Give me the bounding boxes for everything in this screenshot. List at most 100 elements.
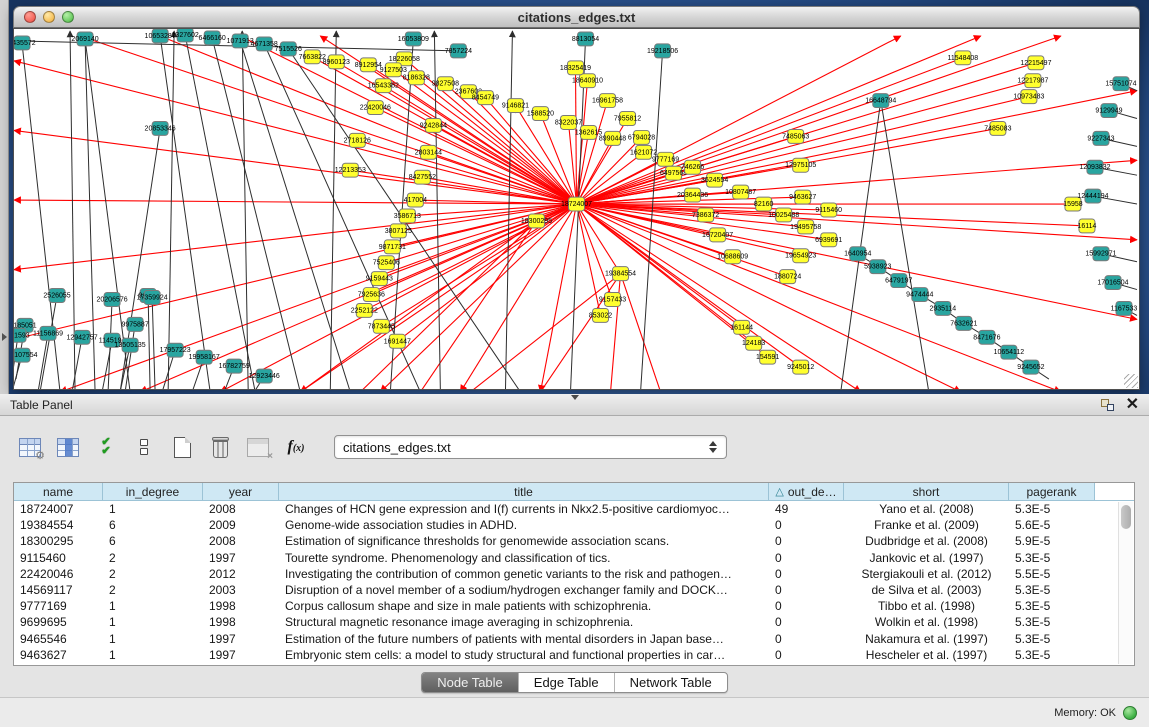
graph-node[interactable]: 853022 bbox=[589, 308, 612, 322]
table-select-dropdown[interactable]: citations_edges.txt bbox=[334, 435, 727, 459]
graph-node[interactable]: 1640954 bbox=[844, 247, 871, 261]
graph-node[interactable]: 9871731 bbox=[379, 240, 406, 254]
graph-node[interactable]: 417004 bbox=[404, 193, 427, 207]
table-cell[interactable]: 0 bbox=[769, 517, 844, 533]
table-cell[interactable]: 18300295 bbox=[14, 533, 103, 549]
table-row[interactable]: 1872400712008Changes of HCN gene express… bbox=[14, 501, 1134, 517]
table-cell[interactable]: 5.6E-5 bbox=[1009, 517, 1095, 533]
table-cell[interactable]: Hescheler et al. (1997) bbox=[844, 647, 1009, 663]
network-window[interactable]: citations_edges.txt 18724007183002951938… bbox=[13, 6, 1140, 390]
attribute-table[interactable]: namein_degreeyeartitle△out_de…shortpager… bbox=[13, 482, 1135, 666]
vertical-scrollbar[interactable] bbox=[1118, 502, 1133, 664]
table-row[interactable]: 2242004622012Investigating the contribut… bbox=[14, 566, 1134, 582]
table-cell[interactable]: Franke et al. (2009) bbox=[844, 517, 1009, 533]
graph-node[interactable]: 7925636 bbox=[358, 288, 385, 302]
table-cell[interactable]: Embryonic stem cells: a model to study s… bbox=[279, 647, 769, 663]
graph-node[interactable]: 12213353 bbox=[335, 163, 366, 177]
memory-indicator[interactable] bbox=[1123, 706, 1137, 720]
graph-edge[interactable] bbox=[125, 324, 135, 389]
graph-node[interactable]: 2069140 bbox=[71, 32, 98, 46]
graph-node[interactable]: 8960123 bbox=[323, 55, 350, 69]
tab-node-table[interactable]: Node Table bbox=[422, 673, 518, 692]
graph-node[interactable]: 1588520 bbox=[527, 107, 554, 121]
graph-node[interactable]: 9975887 bbox=[121, 317, 148, 331]
graph-node[interactable]: 17957223 bbox=[160, 343, 191, 357]
graph-node[interactable]: 19958167 bbox=[189, 350, 220, 364]
table-row[interactable]: 969969511998Structural magnetic resonanc… bbox=[14, 614, 1134, 630]
table-cell[interactable]: 0 bbox=[769, 598, 844, 614]
table-cell[interactable]: Disruption of a novel member of a sodium… bbox=[279, 582, 769, 598]
table-cell[interactable]: 0 bbox=[769, 614, 844, 630]
column-visibility-button[interactable] bbox=[56, 433, 80, 461]
table-cell[interactable]: 2008 bbox=[203, 501, 279, 517]
table-cell[interactable]: 0 bbox=[769, 647, 844, 663]
select-all-rows-button[interactable]: ✔✔ bbox=[94, 433, 118, 461]
table-row[interactable]: 946554611997Estimation of the future num… bbox=[14, 631, 1134, 647]
table-cell[interactable]: Tourette syndrome. Phenomenology and cla… bbox=[279, 550, 769, 566]
graph-edge[interactable] bbox=[881, 101, 929, 389]
table-cell[interactable]: 9777169 bbox=[14, 598, 103, 614]
table-cell[interactable]: 5.3E-5 bbox=[1009, 582, 1095, 598]
graph-node[interactable]: 16961758 bbox=[592, 94, 623, 108]
column-header-name[interactable]: name bbox=[14, 483, 103, 501]
table-cell[interactable]: Dudbridge et al. (2008) bbox=[844, 533, 1009, 549]
graph-node[interactable]: 9474444 bbox=[906, 288, 933, 302]
table-cell[interactable]: Structural magnetic resonance image aver… bbox=[279, 614, 769, 630]
graph-edge[interactable] bbox=[621, 274, 661, 389]
graph-edge[interactable] bbox=[330, 31, 336, 389]
table-cell[interactable]: 49 bbox=[769, 501, 844, 517]
graph-edge[interactable] bbox=[433, 125, 576, 204]
table-cell[interactable]: 5.9E-5 bbox=[1009, 533, 1095, 549]
graph-node[interactable]: 6794028 bbox=[628, 130, 655, 144]
table-cell[interactable]: 1997 bbox=[203, 631, 279, 647]
table-cell[interactable]: Estimation of the future numbers of pati… bbox=[279, 631, 769, 647]
table-cell[interactable]: 9463627 bbox=[14, 647, 103, 663]
graph-node[interactable]: 9159443 bbox=[366, 272, 393, 286]
graph-node[interactable]: 8912954 bbox=[355, 58, 382, 72]
table-cell[interactable]: 5.3E-5 bbox=[1009, 647, 1095, 663]
graph-node[interactable]: 9245652 bbox=[1017, 360, 1044, 374]
graph-node[interactable]: 3624554 bbox=[701, 173, 728, 187]
delete-table-button[interactable] bbox=[208, 433, 232, 461]
table-cell[interactable]: Nakamura et al. (1997) bbox=[844, 631, 1009, 647]
graph-node[interactable]: 19218506 bbox=[647, 44, 678, 58]
graph-node[interactable]: 10654112 bbox=[994, 345, 1025, 359]
graph-node[interactable]: 124183 bbox=[742, 336, 765, 350]
table-cell[interactable]: 2003 bbox=[203, 582, 279, 598]
graph-node[interactable]: 7485083 bbox=[984, 121, 1011, 135]
graph-edge[interactable] bbox=[577, 204, 1061, 389]
float-panel-icon[interactable] bbox=[1101, 399, 1114, 411]
graph-node[interactable]: 9227343 bbox=[1087, 131, 1114, 145]
table-row[interactable]: 946362711997Embryonic stem cells: a mode… bbox=[14, 647, 1134, 663]
table-cell[interactable]: 6 bbox=[103, 517, 203, 533]
table-cell[interactable]: 2 bbox=[103, 566, 203, 582]
graph-edge[interactable] bbox=[577, 204, 1137, 319]
column-header-year[interactable]: year bbox=[203, 483, 279, 501]
graph-node[interactable]: 11548408 bbox=[948, 51, 979, 65]
graph-node[interactable]: 6466160 bbox=[199, 31, 226, 45]
graph-node[interactable]: 5938923 bbox=[864, 260, 891, 274]
graph-node[interactable]: 8813054 bbox=[572, 32, 599, 46]
graph-edge[interactable] bbox=[611, 274, 621, 389]
table-cell[interactable]: 1 bbox=[103, 598, 203, 614]
table-cell[interactable]: 9465546 bbox=[14, 631, 103, 647]
table-cell[interactable]: 22420046 bbox=[14, 566, 103, 582]
graph-node[interactable]: 9157433 bbox=[599, 293, 626, 307]
graph-node[interactable]: 746266 bbox=[681, 160, 704, 174]
table-cell[interactable]: 5.3E-5 bbox=[1009, 550, 1095, 566]
table-cell[interactable]: 9699695 bbox=[14, 614, 103, 630]
table-row[interactable]: 911546021997Tourette syndrome. Phenomeno… bbox=[14, 550, 1134, 566]
graph-node[interactable]: 16720407 bbox=[702, 228, 733, 242]
table-cell[interactable]: 2012 bbox=[203, 566, 279, 582]
table-cell[interactable]: 2008 bbox=[203, 533, 279, 549]
table-cell[interactable]: 6 bbox=[103, 533, 203, 549]
table-cell[interactable]: Investigating the contribution of common… bbox=[279, 566, 769, 582]
network-canvas[interactable]: 1872400718300295193845549777169649756874… bbox=[13, 28, 1140, 390]
table-cell[interactable]: 5.3E-5 bbox=[1009, 598, 1095, 614]
table-cell[interactable]: 19384554 bbox=[14, 517, 103, 533]
sort-ascending-icon[interactable]: △ bbox=[775, 485, 783, 498]
table-cell[interactable]: 0 bbox=[769, 533, 844, 549]
graph-node[interactable]: 16114 bbox=[1077, 219, 1096, 233]
row-height-button[interactable] bbox=[132, 433, 156, 461]
network-graph[interactable]: 1872400718300295193845549777169649756874… bbox=[14, 29, 1139, 389]
